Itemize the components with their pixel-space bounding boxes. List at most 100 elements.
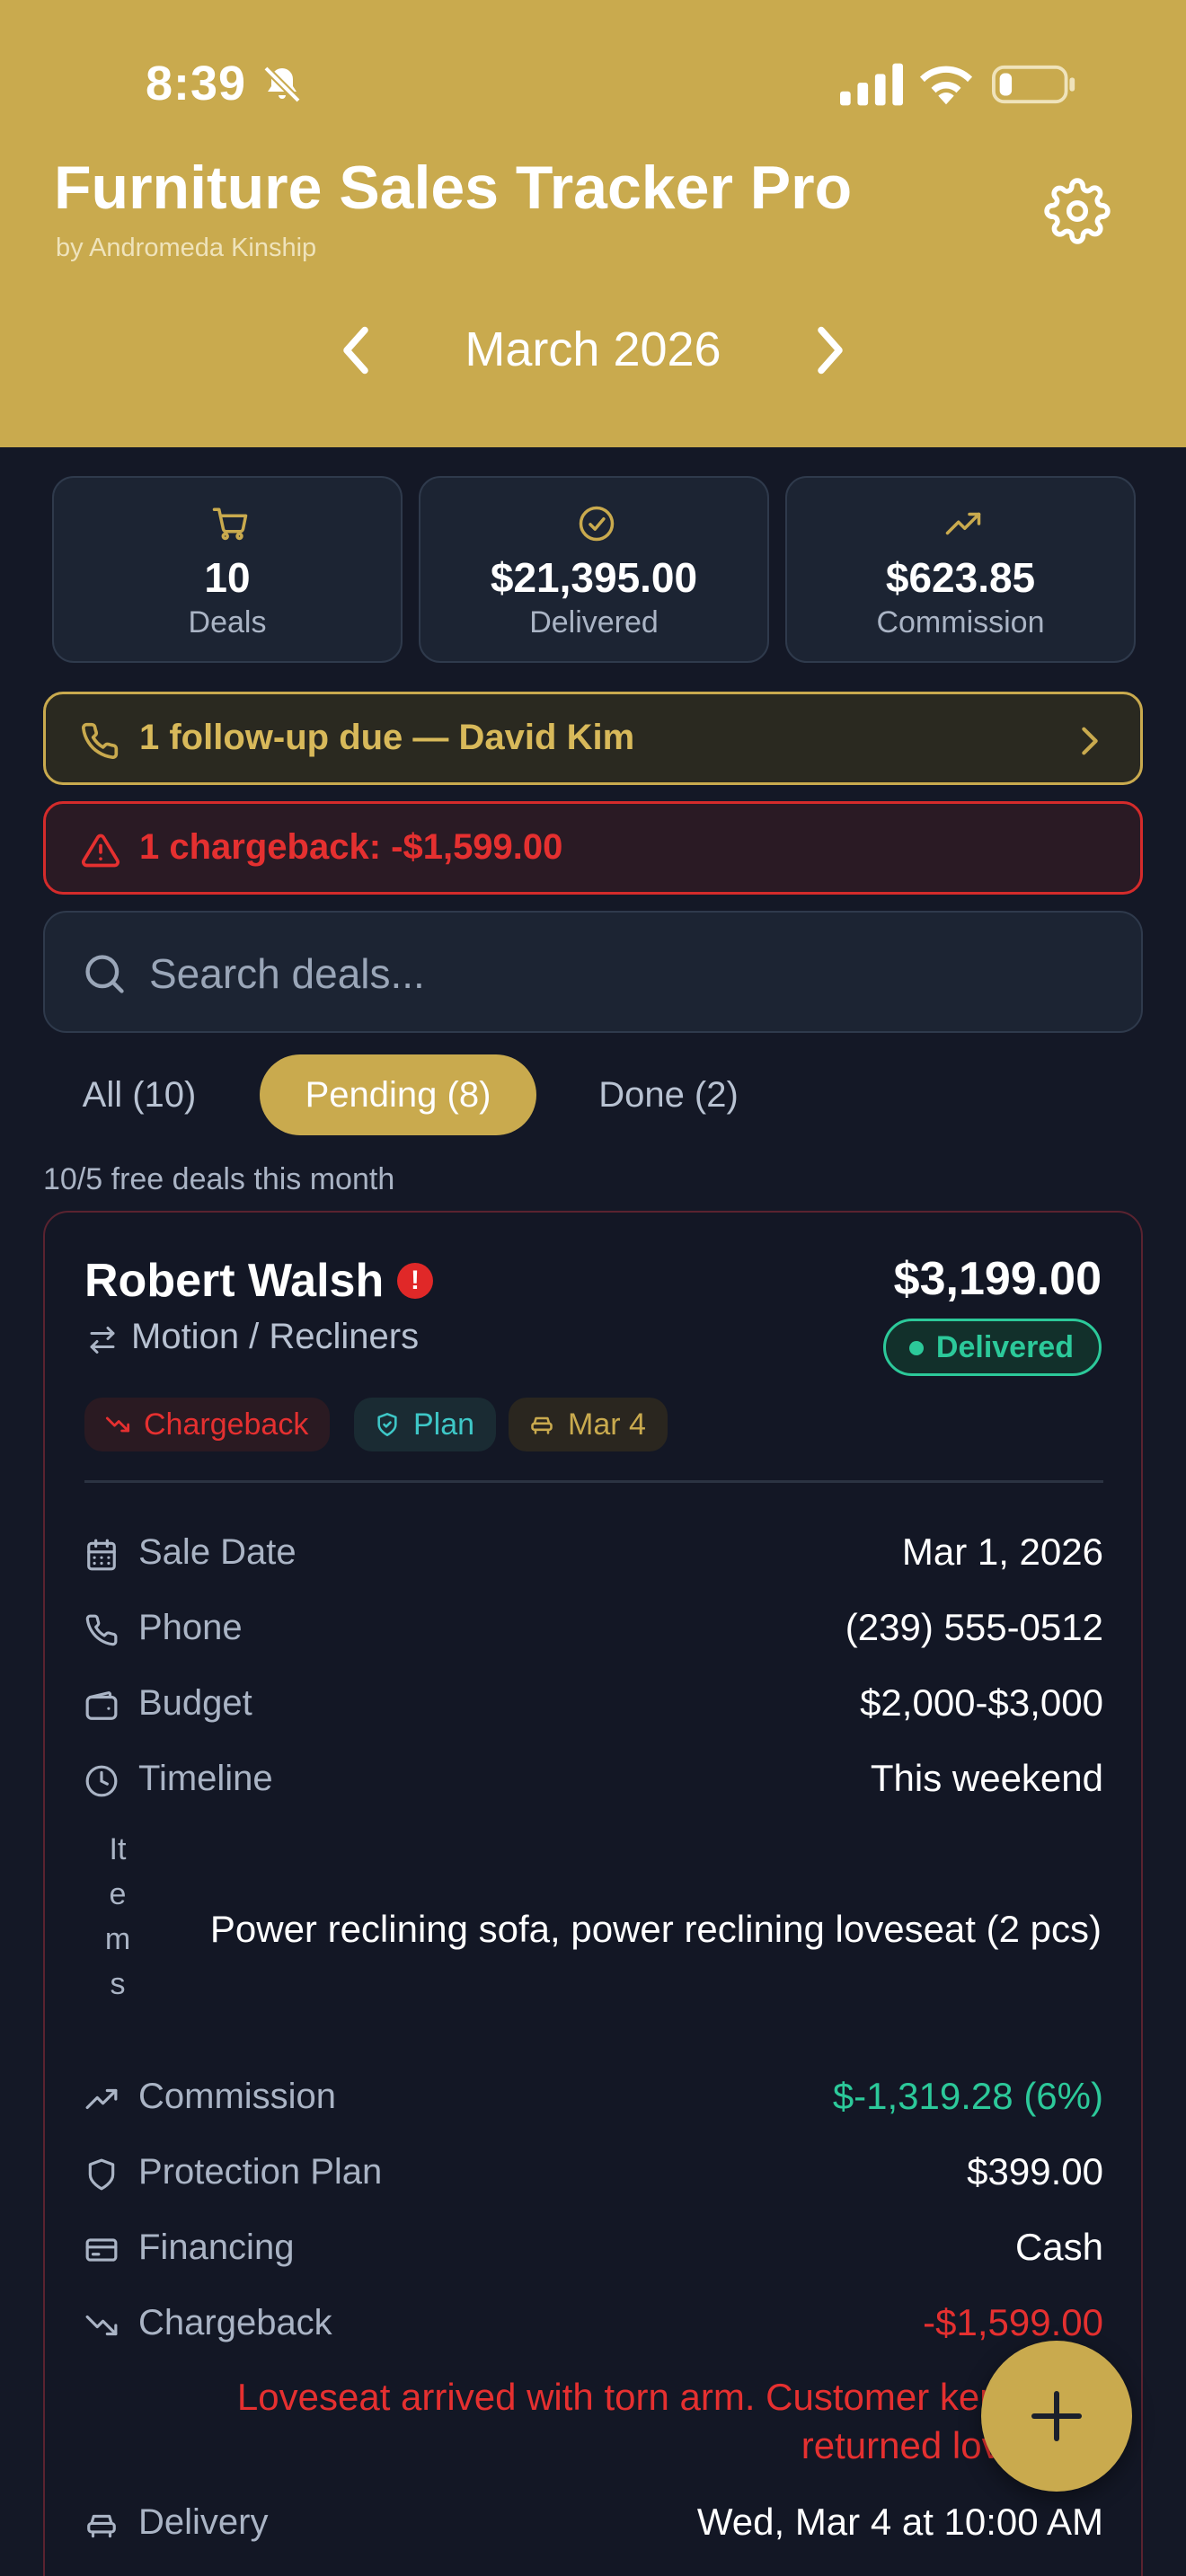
row-value: -$1,599.00 [923,2301,1103,2343]
wifi-icon [919,66,973,105]
row-label: Delivery [138,2502,269,2542]
stat-value: $21,395.00 [490,554,698,601]
status-text: Delivered [935,1330,1074,1364]
row-label: Commission [138,2077,337,2116]
row-sale-date: Sale Date Mar 1, 2026 [84,1527,1103,1581]
tag-delivery: Mar 4 [509,1398,668,1451]
tag-delivery-label: Mar 4 [568,1407,646,1442]
cart-icon [212,507,248,541]
row-label: Protection Plan [138,2152,383,2192]
row-protection-plan: Protection Plan $399.00 [84,2147,1103,2201]
current-month: March 2026 [465,322,721,376]
calendar-icon [87,1539,116,1571]
tag-chargeback-label: Chargeback [144,1407,309,1442]
chargeback-banner[interactable]: 1 chargeback: -$1,599.00 [43,801,1143,895]
row-budget: Budget $2,000-$3,000 [84,1678,1103,1732]
car-icon [87,2514,116,2538]
previous-month-button[interactable] [334,323,377,377]
chargeback-alert-text: 1 chargeback: -$1,599.00 [139,827,563,867]
trending-down-icon [85,2315,118,2336]
stat-delivered: $21,395.00 Delivered [419,476,769,663]
stat-value: $623.85 [885,554,1036,601]
items-label: Items [104,1827,131,2007]
car-icon [531,1416,553,1434]
free-deals-note: 10/5 free deals this month [43,1162,395,1196]
filter-pending[interactable]: Pending (8) [260,1054,536,1135]
search-bar [43,911,1143,1033]
trending-up-icon [85,2088,118,2110]
row-value: $2,000-$3,000 [860,1681,1103,1724]
stat-value: 10 [204,554,251,601]
trending-up-icon [945,512,981,535]
followup-text: 1 follow-up due — David Kim [139,718,635,757]
row-label: Financing [138,2228,295,2267]
row-label: Timeline [138,1759,273,1798]
plus-icon [1031,2391,1082,2441]
shield-check-icon [377,1413,397,1436]
gear-icon[interactable] [1044,178,1111,244]
deal-category: Motion / Recliners [131,1317,420,1356]
status-bar: 8:39 [0,0,1186,171]
next-month-button[interactable] [809,323,852,377]
status-badge: Delivered [882,1319,1102,1376]
add-deal-button[interactable] [981,2341,1132,2492]
swap-icon [90,1327,115,1354]
app-header: 8:39 Furniture Sales Tracker Pro by Andr… [0,0,1186,447]
chargeback-note-line: Loveseat arrived with torn arm. Customer… [236,2376,1103,2418]
deal-card[interactable]: Robert Walsh ! Motion / Recliners $3,199… [43,1211,1143,2576]
row-phone: Phone (239) 555-0512 [84,1602,1103,1656]
phone-number-link[interactable]: (239) 555-0512 [845,1606,1103,1649]
tag-chargeback: Chargeback [84,1398,331,1451]
filter-done[interactable]: Done (2) [566,1054,771,1135]
items-label-text: Items [104,1832,131,2001]
row-value: $399.00 [967,2150,1103,2192]
search-input[interactable] [149,940,1102,1008]
status-time: 8:39 [146,57,247,110]
chevron-right-icon [1082,727,1098,755]
search-icon [85,955,124,993]
battery-low-icon [992,65,1075,104]
stat-deals: 10 Deals [52,476,403,663]
row-timeline: Timeline This weekend [84,1753,1103,1807]
cellular-signal-icon [840,63,903,106]
row-value: $-1,319.28 (6%) [832,2075,1103,2117]
row-delivery: Delivery Wed, Mar 4 at 10:00 AM [84,2497,1103,2551]
row-value: Mar 1, 2026 [901,1531,1103,1573]
app-subtitle: by Andromeda Kinship [56,234,317,262]
items-value: Power reclining sofa, power reclining lo… [209,1908,1102,1950]
chargeback-note-line: returned loveseat. [801,2424,1103,2466]
followup-banner[interactable]: 1 follow-up due — David Kim [43,692,1143,785]
chargeback-note: Loveseat arrived with torn arm. Customer… [84,2373,1103,2470]
divider [84,1480,1103,1483]
bell-muted-icon [263,66,301,103]
row-value: Cash [1014,2226,1103,2268]
row-label: Sale Date [138,1532,296,1572]
row-label: Phone [138,1608,243,1647]
phone-icon [85,1614,118,1646]
status-dot [908,1341,924,1355]
credit-card-icon [85,2238,118,2262]
stat-label: Deals [188,605,267,640]
stat-commission: $623.85 Commission [785,476,1136,663]
row-label: Chargeback [138,2303,332,2342]
customer-name: Robert Walsh [84,1255,385,1307]
wallet-icon [85,1691,118,1720]
row-value: Wed, Mar 4 at 10:00 AM [696,2501,1103,2543]
phone-icon [82,722,119,759]
stat-label: Delivered [529,605,659,640]
app-title: Furniture Sales Tracker Pro [54,154,853,222]
tag-plan-label: Plan [413,1407,475,1442]
filter-all[interactable]: All (10) [43,1054,235,1135]
row-chargeback: Chargeback -$1,599.00 [84,2298,1103,2351]
deal-amount: $3,199.00 [893,1253,1102,1305]
warning-triangle-icon [82,834,119,868]
shield-icon [88,2158,115,2191]
tag-plan: Plan [354,1398,497,1451]
alert-icon: ! [397,1263,433,1299]
row-value: This weekend [870,1757,1103,1799]
row-financing: Financing Cash [84,2222,1103,2276]
clock-icon [85,1765,118,1797]
row-label: Budget [138,1683,252,1723]
row-commission: Commission $-1,319.28 (6%) [84,2071,1103,2125]
check-circle-icon [579,506,615,542]
